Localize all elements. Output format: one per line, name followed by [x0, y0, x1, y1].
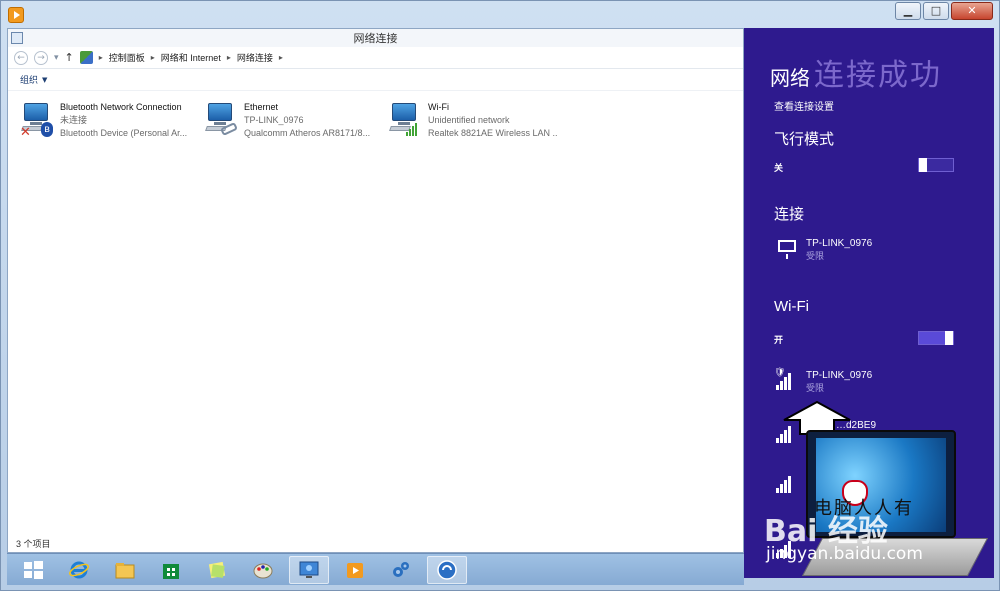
taskbar-store[interactable]	[151, 556, 191, 584]
back-arrow-icon[interactable]: ←	[14, 50, 28, 65]
flyout-title: 网络	[770, 68, 810, 90]
breadcrumb-network-connections[interactable]: 网络连接	[237, 51, 273, 64]
airplane-mode-header: 飞行模式	[774, 131, 835, 148]
ethernet-adapter-icon	[204, 101, 238, 137]
explorer-title: 网络连接	[353, 33, 398, 45]
airplane-mode-toggle[interactable]	[918, 158, 954, 172]
connection-device: Qualcomm Atheros AR8171/8...	[244, 128, 371, 138]
up-arrow-icon[interactable]: ↑	[65, 51, 74, 64]
taskbar-explorer[interactable]	[105, 556, 145, 584]
organize-button[interactable]: 组织	[20, 73, 38, 86]
taskbar-start[interactable]	[13, 556, 53, 584]
status-bar: 3 个项目	[16, 539, 51, 549]
wifi-secured-icon: 🛡	[774, 368, 798, 390]
command-bar: 组织 ▼	[8, 69, 743, 91]
network-flyout: 网络 连接成功 查看连接设置 飞行模式 关 连接 TP-LINK_0976 受限…	[744, 28, 994, 578]
wifi-network-name: TP-LINK_0976	[806, 370, 873, 381]
connection-wifi[interactable]: Wi-Fi Unidentified network Realtek 8821A…	[388, 101, 558, 143]
paint-icon	[253, 563, 273, 578]
connections-header: 连接	[774, 206, 805, 223]
close-button[interactable]: ✕	[951, 2, 993, 20]
watermark-url: jingyan.baidu.com	[766, 544, 923, 564]
connection-name: Ethernet	[244, 102, 279, 112]
connection-name: Wi-Fi	[428, 102, 449, 112]
wifi-network-status: 受限	[806, 383, 825, 393]
internet-explorer-icon	[69, 561, 89, 578]
minimize-button[interactable]: ▁	[895, 2, 921, 20]
wifi-signal-icon	[776, 423, 798, 443]
taskbar-paint[interactable]	[243, 556, 283, 584]
connection-device: Bluetooth Device (Personal Ar...	[60, 128, 188, 138]
connection-status: TP-LINK_0976	[244, 115, 304, 125]
gears-icon	[393, 561, 409, 577]
address-bar[interactable]: ▸ 控制面板 ▸ 网络和 Internet ▸ 网络连接 ▸	[79, 51, 283, 64]
flyout-header: 网络 连接成功	[770, 50, 942, 94]
taskbar-media[interactable]	[335, 556, 375, 584]
connection-device: Realtek 8821AE Wireless LAN ...	[428, 128, 558, 138]
network-window-icon	[299, 561, 319, 578]
bluetooth-adapter-icon: ✕ ʙ	[20, 101, 54, 140]
connection-status: 未连接	[60, 115, 88, 125]
window-controls: ▁ □ ✕	[895, 2, 993, 20]
taskbar-ie[interactable]	[59, 556, 99, 584]
wifi-state: 开	[774, 335, 784, 345]
media-player-icon	[347, 562, 363, 578]
wifi-signal-icon	[776, 473, 798, 493]
signal-bars-icon	[406, 123, 417, 136]
windows-logo-icon	[24, 560, 43, 579]
wifi-header: Wi-Fi	[774, 298, 809, 315]
wired-network-name: TP-LINK_0976	[806, 238, 873, 249]
screen-recorder-icon	[437, 559, 457, 580]
connection-bluetooth[interactable]: ✕ ʙ Bluetooth Network Connection 未连接 Blu…	[20, 101, 190, 143]
bluetooth-icon: ʙ	[41, 122, 53, 137]
ethernet-icon	[776, 238, 798, 259]
connection-list: ✕ ʙ Bluetooth Network Connection 未连接 Blu…	[20, 101, 558, 143]
wifi-network-item[interactable]: 🛡 TP-LINK_0976 受限	[774, 368, 873, 394]
taskbar-settings[interactable]	[381, 556, 421, 584]
forward-arrow-icon[interactable]: →	[34, 50, 48, 65]
connection-ethernet[interactable]: Ethernet TP-LINK_0976 Qualcomm Atheros A…	[204, 101, 374, 143]
maximize-button[interactable]: □	[923, 2, 949, 20]
taskbar-recorder[interactable]	[427, 555, 467, 584]
wifi-toggle[interactable]	[918, 331, 954, 345]
sticky-notes-icon	[208, 561, 226, 578]
connection-status: Unidentified network	[428, 115, 510, 125]
recent-dropdown-icon[interactable]: ▾	[54, 53, 59, 63]
breadcrumb-control-panel[interactable]: 控制面板	[109, 51, 145, 64]
wifi-signal-row[interactable]	[776, 423, 798, 443]
wired-connection-item[interactable]: TP-LINK_0976 受限	[776, 238, 872, 262]
chevron-down-icon[interactable]: ▼	[42, 76, 47, 84]
disconnected-x-icon: ✕	[20, 125, 31, 140]
taskbar-network-connections[interactable]	[289, 555, 329, 584]
explorer-titlebar: 网络连接	[8, 29, 743, 47]
wifi-adapter-icon	[388, 101, 422, 137]
breadcrumb-separator-icon[interactable]: ▸	[99, 53, 103, 62]
toggle-knob	[919, 158, 927, 172]
airplane-mode-state: 关	[774, 163, 784, 173]
wifi-signal-row[interactable]	[776, 473, 798, 493]
connected-success-overlay: 连接成功	[814, 58, 942, 93]
breadcrumb-network-internet[interactable]: 网络和 Internet	[161, 51, 221, 64]
breadcrumb-separator-icon[interactable]: ▸	[279, 53, 283, 62]
breadcrumb-separator-icon[interactable]: ▸	[151, 53, 155, 62]
app-play-icon	[8, 7, 24, 23]
connection-name: Bluetooth Network Connection	[60, 102, 182, 112]
taskbar	[7, 553, 744, 585]
control-panel-icon	[79, 51, 93, 64]
store-icon	[163, 563, 179, 579]
address-row: ← → ▾ ↑ ▸ 控制面板 ▸ 网络和 Internet ▸ 网络连接 ▸	[8, 47, 743, 69]
taskbar-stickies[interactable]	[197, 556, 237, 584]
file-explorer-icon	[115, 562, 135, 578]
view-connection-settings-link[interactable]: 查看连接设置	[774, 98, 834, 113]
wired-network-status: 受限	[806, 251, 825, 261]
breadcrumb-separator-icon[interactable]: ▸	[227, 53, 231, 62]
network-connections-window: 网络连接 ← → ▾ ↑ ▸ 控制面板 ▸ 网络和 Internet ▸ 网络连…	[7, 28, 744, 553]
toggle-knob	[945, 331, 953, 345]
window-icon	[11, 32, 23, 44]
